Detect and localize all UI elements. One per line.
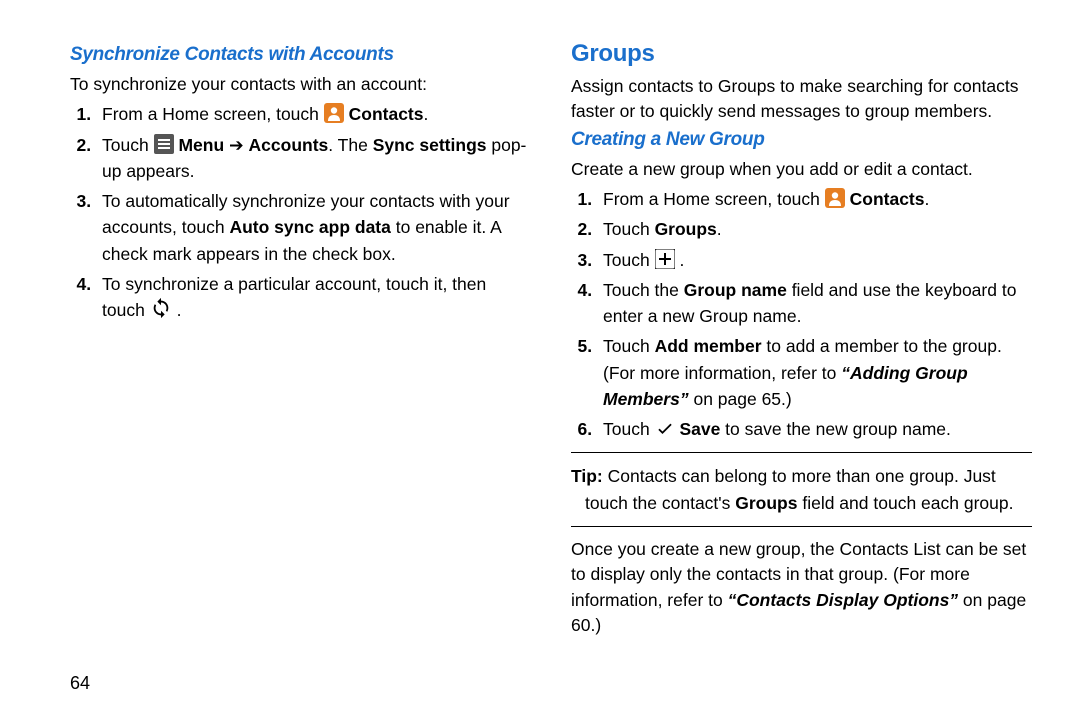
text: Add member [655,336,762,356]
text: on page 65.) [689,389,792,409]
xref: “Contacts Display Options” [728,590,958,610]
text: . [424,104,429,124]
tip-label: Tip: [571,466,603,486]
contacts-icon [825,188,845,208]
text: to save the new group name. [720,419,951,439]
text: Touch [102,135,154,155]
text: . [925,189,930,209]
sync-steps: From a Home screen, touch Contacts. Touc… [70,101,531,323]
arrow-icon: ➔ [224,135,248,155]
text: Touch the [603,280,684,300]
divider [571,526,1032,527]
gstep-4: Touch the Group name field and use the k… [597,277,1032,330]
text: Touch [603,419,655,439]
text: Sync settings [373,135,487,155]
text: field and touch each group. [797,493,1013,513]
creating-group-intro: Create a new group when you add or edit … [571,157,1032,182]
sync-intro: To synchronize your contacts with an acc… [70,72,531,97]
sync-heading: Synchronize Contacts with Accounts [70,44,531,66]
text: . [679,250,684,270]
step-4: To synchronize a particular account, tou… [96,271,531,324]
gstep-6: Touch Save to save the new group name. [597,416,1032,442]
text: . The [328,135,372,155]
text: Menu [178,135,224,155]
gstep-5: Touch Add member to add a member to the … [597,333,1032,412]
text: Auto sync app data [229,217,390,237]
text: From a Home screen, touch [102,104,324,124]
step-1: From a Home screen, touch Contacts. [96,101,531,127]
groups-heading: Groups [571,40,1032,68]
creating-group-heading: Creating a New Group [571,129,1032,151]
text: Touch [603,250,655,270]
contacts-icon [324,103,344,123]
left-column: Synchronize Contacts with Accounts To sy… [70,40,531,700]
creating-group-steps: From a Home screen, touch Contacts. Touc… [571,186,1032,442]
gstep-3: Touch . [597,247,1032,273]
step-3: To automatically synchronize your contac… [96,188,531,267]
text: From a Home screen, touch [603,189,825,209]
text: Contacts [349,104,424,124]
closing-paragraph: Once you create a new group, the Contact… [571,537,1032,639]
check-icon [655,418,675,438]
text: Groups [655,219,717,239]
text: Groups [735,493,797,513]
text: Contacts [850,189,925,209]
text: . [177,300,182,320]
text: Touch [603,336,655,356]
right-column: Groups Assign contacts to Groups to make… [571,40,1032,700]
text: Touch [603,219,655,239]
divider [571,452,1032,453]
tip-note: Tip: Contacts can belong to more than on… [571,463,1032,516]
step-2: Touch Menu ➔ Accounts. The Sync settings… [96,132,531,185]
menu-icon [154,134,174,154]
text: Accounts [249,135,329,155]
text: Group name [684,280,787,300]
text: Save [679,419,720,439]
page-number: 64 [70,673,90,694]
text: . [717,219,722,239]
plus-icon [655,249,675,269]
groups-intro: Assign contacts to Groups to make search… [571,74,1032,125]
gstep-1: From a Home screen, touch Contacts. [597,186,1032,212]
gstep-2: Touch Groups. [597,216,1032,242]
sync-icon [150,297,172,319]
